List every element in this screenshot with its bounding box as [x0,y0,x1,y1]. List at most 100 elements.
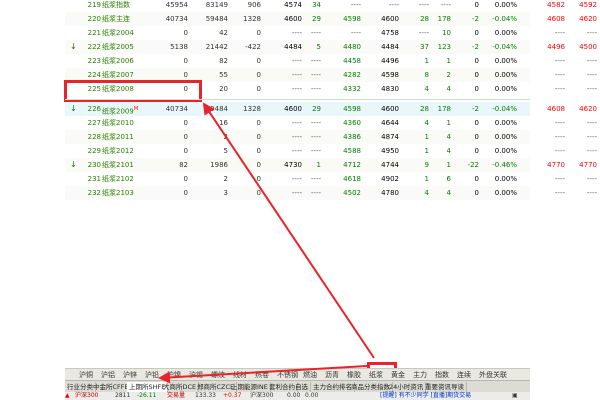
cell-bq: ---- [310,175,321,183]
cell-n3: 0 [256,189,261,197]
category-tab[interactable]: 螺纹 [211,370,225,380]
category-tab[interactable]: 沪铅 [145,370,159,380]
cell-n2: 5 [223,147,228,155]
status-index-change: -26.11 [137,392,157,399]
cell-n3: 0 [256,133,261,141]
category-tab[interactable]: 沪铝 [101,370,115,380]
cell-n2: 1986 [210,161,228,169]
cell-last: 4744 [381,161,399,169]
cell-lo: ---- [586,71,597,79]
cell-bid: 4600 [284,15,302,23]
table-row[interactable]: 231 纸浆2102 0 2 0 ---- ---- 4618 4902 1 6 0 0.00% ----… [65,172,597,186]
cell-chg2: 4 [446,147,451,155]
cell-idx: 229 [87,147,101,155]
cell-chg2: 6 [446,175,451,183]
category-tab[interactable]: 不锈钢 [277,370,298,380]
exchange-tab[interactable]: 重要资讯导读 [423,382,467,392]
status-box-icon[interactable]: ▣ [512,392,518,400]
cell-lo: ---- [586,29,597,37]
cell-bq: ---- [310,119,321,127]
category-tab[interactable]: 主力 [413,370,427,380]
table-row[interactable]: 227 纸浆2010 0 16 0 ---- ---- 4360 4644 4 1 0 0.00% ---… [65,116,597,130]
cell-ask: 4588 [343,147,361,155]
cell-n1: 0 [183,175,188,183]
cell-idx: 219 [87,1,101,9]
category-tab[interactable]: 线材 [233,370,247,380]
cell-chg: 0 [474,71,479,79]
contract-name: 纸浆指数 [102,1,130,9]
cell-hi: ---- [554,29,565,37]
cell-op: ---- [596,116,600,130]
category-tab[interactable]: 沪镍 [167,370,181,380]
cell-bq: ---- [310,29,321,37]
status-notice[interactable]: [提醒] 有不少同学 [直播]期货交易 [380,392,471,400]
table-row[interactable]: 232 纸浆2103 0 3 0 ---- ---- 4502 4780 4 4 0 0.00% ----… [65,186,597,200]
cell-chg: -2 [472,15,479,23]
cell-op: ---- [596,172,600,186]
category-tab[interactable]: 黄金 [391,370,405,380]
category-tab[interactable]: 橡胶 [347,370,361,380]
category-tab[interactable]: 沥青 [325,370,339,380]
category-tab[interactable]: 沪锌 [123,370,137,380]
category-tab[interactable]: 沪锡 [189,370,203,380]
exchange-tab[interactable]: 大商所DCE [161,382,200,392]
cell-n3: 0 [256,85,261,93]
category-tab[interactable]: 外盘关联 [479,370,507,380]
table-row[interactable]: 219 纸浆指数 45954 83149 906 4574 34 ---- ---- ---- --… [65,0,597,12]
cell-idx: 228 [87,133,101,141]
table-row[interactable]: 220 纸浆主连 40734 59484 1328 4600 29 4598 4600 28 178… [65,12,597,26]
cell-last: 4496 [381,57,399,65]
table-row[interactable]: ↓ 222 纸浆2005 5138 21442 -422 4484 5 4480 4484 37 12… [65,40,597,54]
category-tab[interactable]: 指数 [435,370,449,380]
table-row[interactable]: 229 纸浆2012 0 5 0 ---- ---- 4588 4950 1 4 0 0.00% ----… [65,144,597,158]
cell-vol: 1 [424,175,429,183]
contract-name: 纸浆2006 [102,57,134,65]
cell-ask: 4480 [343,43,361,51]
category-tab[interactable]: 热卷 [255,370,269,380]
cell-bid: 4484 [284,43,302,51]
cell-vol: 8 [424,71,429,79]
cell-bid: 4730 [284,161,302,169]
cell-n3: 0 [256,147,261,155]
table-row[interactable]: 223 纸浆2006 0 82 0 ---- ---- 4458 4496 1 1 0 0.00% ---… [65,54,597,68]
table-row[interactable]: ↓ 230 纸浆2101 82 1986 0 4730 1 4712 4744 9 1 -22 -0.46… [65,158,597,172]
cell-bid: ---- [291,175,302,183]
cell-n1: 40734 [165,105,188,113]
cell-n1: 82 [179,161,188,169]
contract-name: 纸浆2009 [102,107,134,116]
cell-op: 4476 [596,40,600,54]
cell-ask: ---- [350,1,361,9]
cell-n3: 0 [256,57,261,65]
cell-lo: ---- [586,175,597,183]
cell-bid: ---- [291,57,302,65]
cell-hi: ---- [554,119,565,127]
cell-last: 4830 [381,85,399,93]
cell-n3: 1328 [243,15,261,23]
cell-lo: ---- [586,189,597,197]
exchange-tab[interactable]: 24小时资讯 [387,382,427,392]
cell-pct: 0.00% [494,71,517,79]
cell-hi: ---- [554,189,565,197]
cell-n3: 0 [256,161,261,169]
cell-chg2: 123 [437,43,451,51]
cell-n3: 0 [256,29,261,37]
category-tab[interactable]: 纸浆 [369,370,383,380]
category-tab[interactable]: 连续 [457,370,471,380]
table-row[interactable]: ↓ 226 纸浆2009M 40734 59484 1328 4600 29 4598 4600 2… [65,102,597,116]
cell-n3: 1328 [243,105,261,113]
cell-n2: 59484 [205,15,228,23]
table-row[interactable]: 228 纸浆2011 0 2 0 ---- ---- 4386 4874 1 4 0 0.00% ----… [65,130,597,144]
table-row[interactable]: 221 纸浆2004 0 42 0 ---- ---- ---- 4758 ---- 10 0 0.00… [65,26,597,40]
cell-ask: 4618 [343,175,361,183]
exchange-tab[interactable]: 上期能源INE [229,382,271,392]
cell-chg2: 1 [446,119,451,127]
cell-bid: 4600 [284,105,302,113]
exchange-tab[interactable]: 自选 [293,382,311,392]
cell-pct: 0.00% [494,189,517,197]
cell-n3: 906 [247,1,261,9]
category-tab[interactable]: 沪铜 [79,370,93,380]
cell-bq: ---- [310,147,321,155]
cell-pct: -0.04% [492,15,517,23]
cell-n3: 0 [256,71,261,79]
category-tab[interactable]: 燃油 [303,370,317,380]
